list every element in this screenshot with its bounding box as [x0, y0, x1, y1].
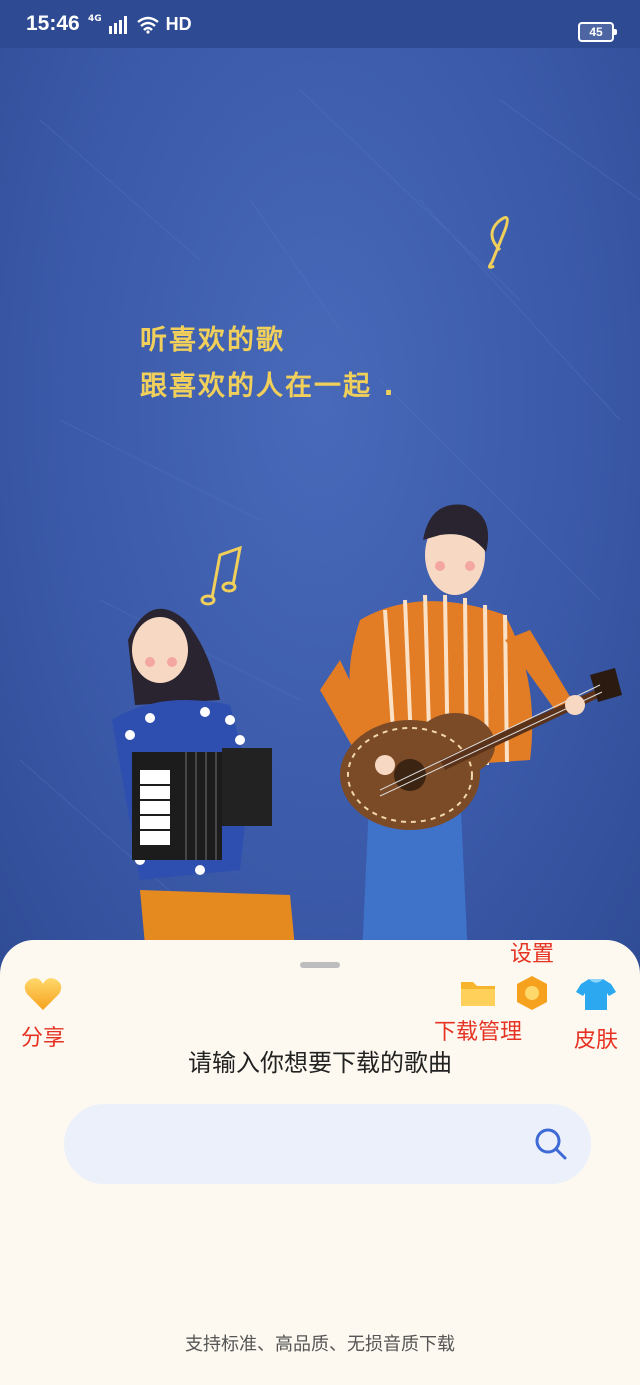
search-title: 请输入你想要下载的歌曲	[188, 1049, 452, 1077]
search-icon[interactable]	[533, 1126, 569, 1162]
signal-icon: 4G	[88, 13, 102, 24]
tshirt-icon	[576, 979, 616, 1010]
share-button[interactable]: 分享	[14, 976, 72, 1052]
wifi-icon	[136, 16, 159, 34]
couple-illustration	[112, 216, 622, 1000]
status-time: 15:46	[26, 12, 80, 35]
music-note-icon	[200, 545, 242, 606]
quality-note: 支持标准、高品质、无损音质下载	[185, 1334, 455, 1355]
settings-button[interactable]: 设置	[494, 936, 570, 1012]
downloads-label: 下载管理	[433, 1020, 522, 1045]
battery-icon: 45	[578, 22, 617, 42]
treble-clef-icon	[487, 216, 509, 269]
boy-figure	[320, 504, 622, 1000]
folder-icon	[461, 982, 495, 1006]
status-icons: 4G HD	[88, 14, 192, 35]
heart-icon	[24, 978, 62, 1010]
settings-hexagon-icon	[517, 976, 547, 1010]
drag-handle[interactable]	[300, 962, 340, 968]
search-input[interactable]	[94, 1124, 518, 1166]
settings-label: 设置	[509, 942, 554, 967]
cell-signal-icon	[108, 15, 127, 34]
search-bar[interactable]	[64, 1104, 591, 1184]
status-bar: 15:46 4G HD 45	[0, 0, 640, 48]
hd-indicator: HD	[165, 14, 192, 34]
